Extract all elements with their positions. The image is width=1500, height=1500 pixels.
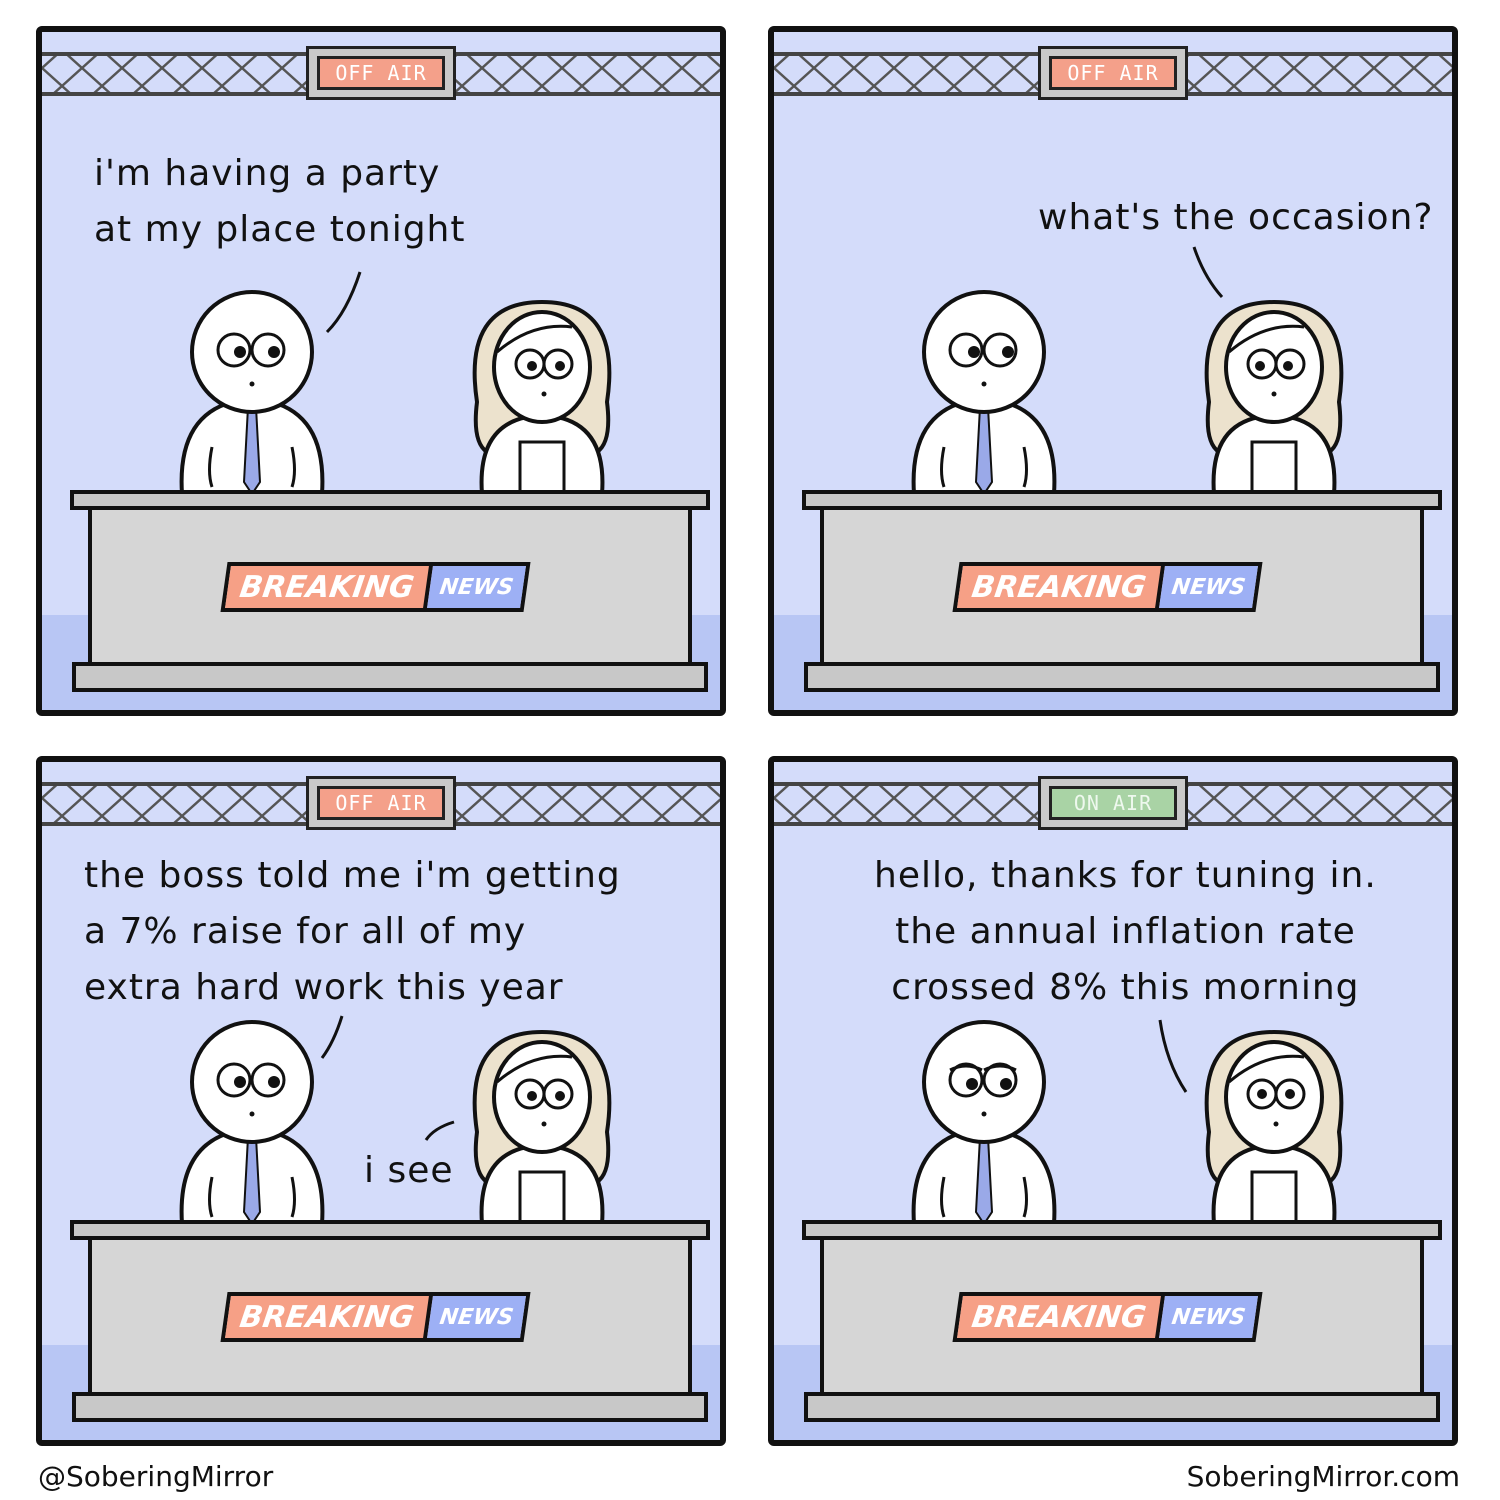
speech-tail <box>1158 1019 1188 1093</box>
studio-scene <box>42 52 720 692</box>
banner-breaking: BREAKING <box>957 566 1165 608</box>
speech-tail <box>1192 246 1224 299</box>
speech-text: what's the occasion? <box>1038 197 1434 238</box>
off-air-sign: OFF AIR <box>1038 46 1188 100</box>
speech-tail <box>325 271 362 334</box>
sign-label: OFF AIR <box>317 786 445 820</box>
comic-panel-4: ON AIR hello, thanks for tuning in. the … <box>768 756 1458 1446</box>
sign-label: OFF AIR <box>1049 56 1177 90</box>
banner-breaking: BREAKING <box>225 1296 433 1338</box>
credit-handle: @SoberingMirror <box>38 1460 274 1493</box>
speech-text: i'm having a party at my place tonight <box>94 153 466 250</box>
speech-tail <box>320 1015 344 1059</box>
sign-label: OFF AIR <box>317 56 445 90</box>
male-anchor <box>911 1020 1057 1226</box>
breaking-news-banner: BREAKING NEWS <box>952 1292 1263 1342</box>
comic-panel-3: OFF AIR the boss told me i'm getting a 7… <box>36 756 726 1446</box>
breaking-news-banner: BREAKING NEWS <box>220 562 531 612</box>
banner-news: NEWS <box>1158 1296 1259 1338</box>
side-speech-text: i see <box>364 1150 454 1191</box>
banner-breaking: BREAKING <box>957 1296 1165 1338</box>
credit-website: SoberingMirror.com <box>1186 1460 1460 1493</box>
comic-panel-1: OFF AIR i'm having a party at my place t… <box>36 26 726 716</box>
breaking-news-banner: BREAKING NEWS <box>220 1292 531 1342</box>
speech-tail-small <box>424 1120 455 1141</box>
studio-scene <box>774 52 1452 692</box>
banner-news: NEWS <box>1158 566 1259 608</box>
male-anchor <box>179 290 325 496</box>
female-anchor <box>472 1029 612 1226</box>
female-anchor <box>472 299 612 496</box>
male-anchor <box>179 1020 325 1226</box>
female-anchor <box>1204 1029 1344 1226</box>
male-anchor <box>911 290 1057 496</box>
breaking-news-banner: BREAKING NEWS <box>952 562 1263 612</box>
off-air-sign: OFF AIR <box>306 776 456 830</box>
speech-text: hello, thanks for tuning in. the annual … <box>874 855 1377 1008</box>
speech-text: the boss told me i'm getting a 7% raise … <box>84 855 621 1008</box>
on-air-sign: ON AIR <box>1038 776 1188 830</box>
female-anchor <box>1204 299 1344 496</box>
comic-panel-2: OFF AIR what's the occasion? BREAKING NE… <box>768 26 1458 716</box>
banner-news: NEWS <box>426 566 527 608</box>
off-air-sign: OFF AIR <box>306 46 456 100</box>
sign-label: ON AIR <box>1049 786 1177 820</box>
banner-breaking: BREAKING <box>225 566 433 608</box>
banner-news: NEWS <box>426 1296 527 1338</box>
